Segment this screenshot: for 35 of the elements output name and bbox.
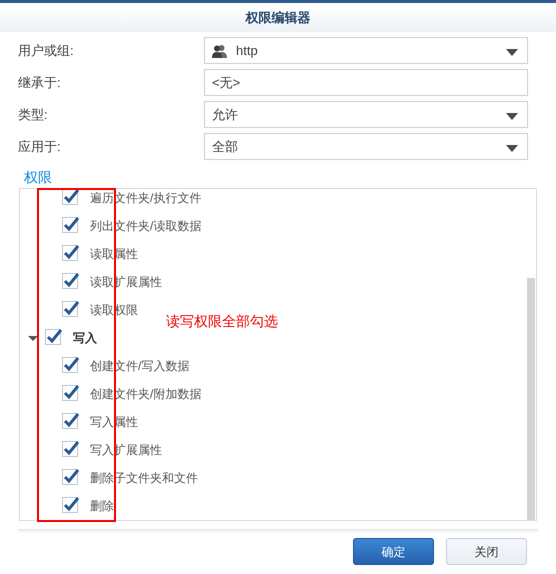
checkbox[interactable] (62, 273, 80, 291)
checkbox[interactable] (62, 189, 80, 207)
field-label: 类型: (17, 106, 49, 124)
dropdown-caret-icon[interactable] (506, 49, 518, 56)
input-field[interactable]: <无> (204, 69, 528, 96)
dropdown-caret-icon[interactable] (506, 113, 518, 120)
dropdown-caret-icon[interactable] (506, 145, 518, 152)
checkbox[interactable] (62, 385, 80, 403)
checkbox[interactable] (62, 217, 80, 235)
close-button[interactable]: 关闭 (446, 538, 527, 565)
section-title: 权限 (24, 169, 52, 185)
checkbox[interactable] (45, 329, 63, 347)
checkbox[interactable] (62, 245, 80, 263)
permission-label: 删除 (90, 498, 114, 515)
permission-label: 读取属性 (90, 246, 138, 263)
checkbox[interactable] (62, 357, 80, 375)
expand-caret-icon[interactable] (28, 333, 38, 343)
permission-label: 写入属性 (90, 414, 138, 431)
scrollbar[interactable] (527, 278, 535, 520)
checkbox[interactable] (62, 413, 80, 431)
checkbox[interactable] (62, 441, 80, 459)
checkbox[interactable] (62, 497, 80, 515)
dropdown-field[interactable]: 全部 (204, 133, 528, 160)
field-label: 应用于: (17, 138, 62, 156)
annotation-text: 读写权限全部勾选 (166, 312, 278, 331)
dropdown-field[interactable]: http (204, 37, 528, 64)
checkbox[interactable] (62, 469, 80, 487)
dropdown-field[interactable]: 允许 (204, 101, 528, 128)
ok-button[interactable]: 确定 (353, 538, 434, 565)
users-icon (212, 44, 228, 58)
checkbox[interactable] (62, 301, 80, 319)
field-label: 继承于: (17, 74, 62, 92)
field-label: 用户或组: (17, 42, 75, 60)
permission-label: 写入 (73, 330, 97, 347)
window-title: 权限编辑器 (246, 8, 310, 27)
